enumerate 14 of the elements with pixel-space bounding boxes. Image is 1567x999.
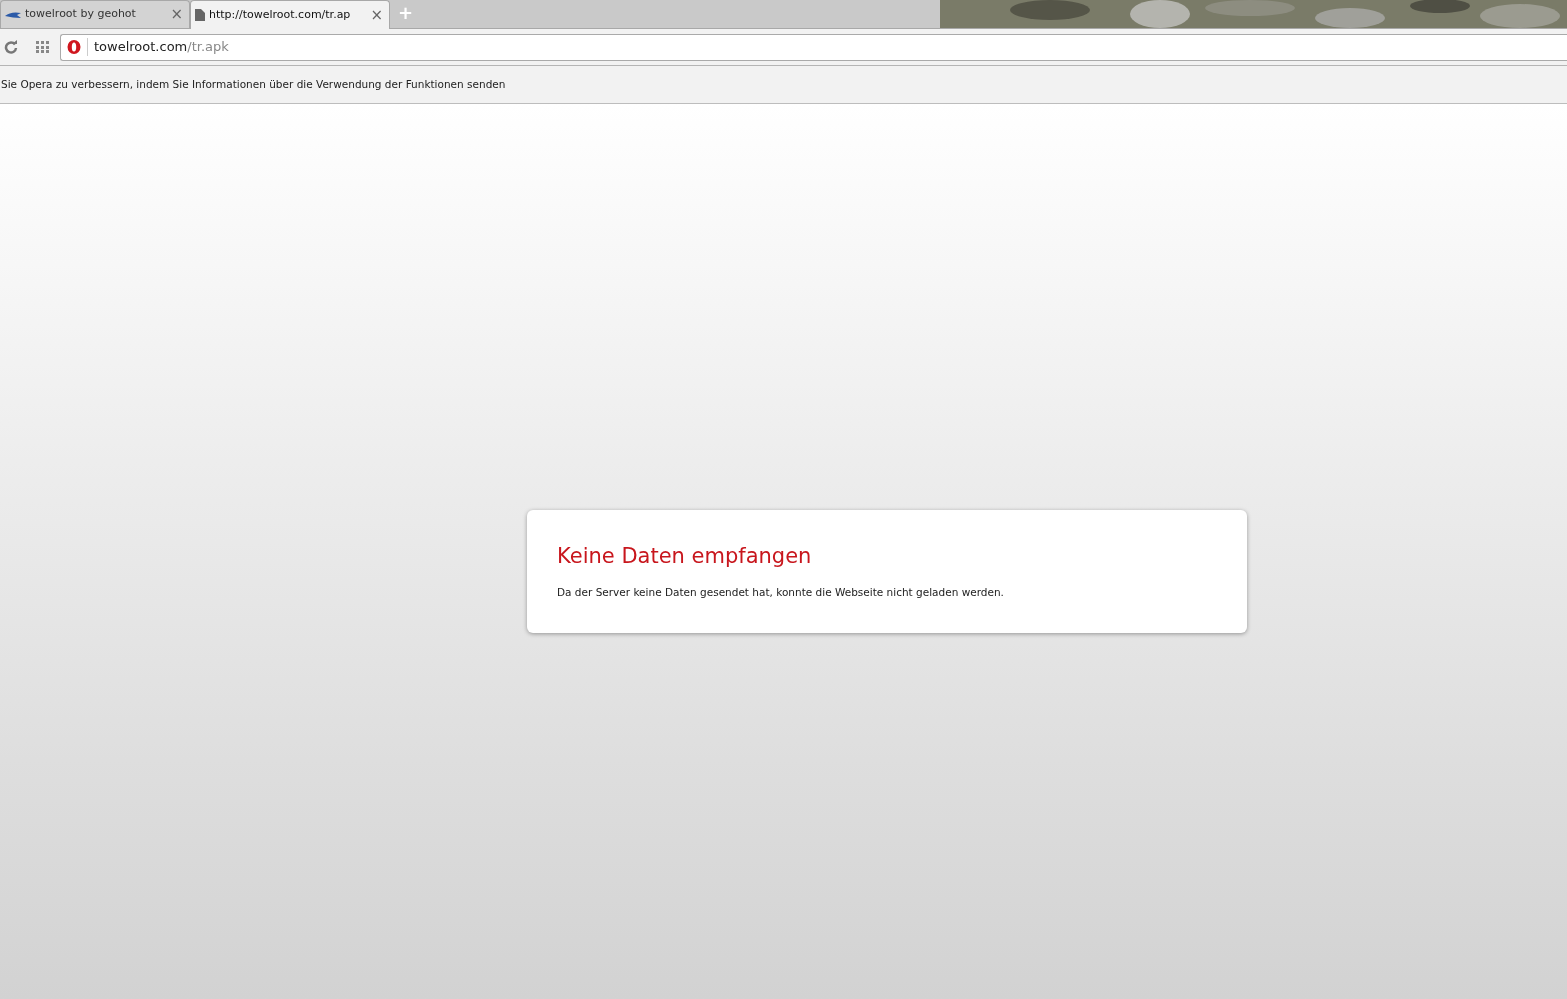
- browser-tab[interactable]: towelroot by geohot ×: [0, 0, 190, 28]
- error-title: Keine Daten empfangen: [557, 544, 813, 570]
- url-text: towelroot.com/tr.apk: [94, 38, 229, 57]
- reload-icon[interactable]: [4, 40, 18, 54]
- opera-logo-icon: [67, 40, 81, 54]
- close-tab-icon[interactable]: ×: [370, 7, 383, 23]
- address-field[interactable]: towelroot.com/tr.apk: [60, 33, 1567, 61]
- document-icon: [195, 9, 205, 21]
- close-tab-icon[interactable]: ×: [170, 7, 183, 22]
- grid-icon[interactable]: [36, 41, 50, 53]
- browser-tab[interactable]: http://towelroot.com/tr.ap ×: [190, 0, 390, 29]
- error-message: Da der Server keine Daten gesendet hat, konnte die Webseite nicht geladen werden.: [557, 585, 1005, 601]
- shark-icon: [5, 10, 21, 19]
- info-bar-text: Sie Opera zu verbessern, indem Sie Informationen über die Verwendung der Funktionen senden: [1, 76, 506, 92]
